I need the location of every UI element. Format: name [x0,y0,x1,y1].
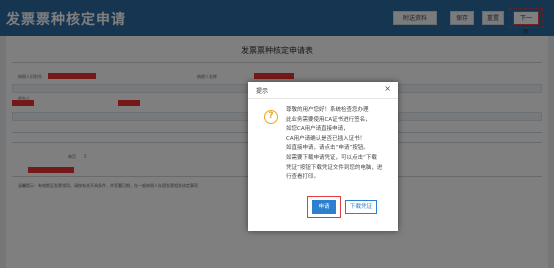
dialog-title: 提示 [256,88,269,95]
message-line: 行查看打印。 [286,174,320,181]
dialog-message: 尊敬的用户您好！系统检查您办理 此业务需要使用CA证书进行签名， 如您CA用户请… [286,106,390,183]
download-voucher-button[interactable]: 下载凭证 [345,200,377,214]
dialog-header: 提示 × [248,82,398,99]
close-icon[interactable]: × [384,85,391,93]
prompt-dialog: 提示 × ? 尊敬的用户您好！系统检查您办理 此业务需要使用CA证书进行签名， … [248,82,398,231]
message-line: 如您CA用户请直接申请， [286,126,349,133]
message-line: 此业务需要使用CA证书进行签名， [286,116,371,123]
message-line: CA用户请确认是否已插入证书！ [286,135,366,142]
question-icon: ? [264,110,278,124]
page: 发票票种核定申请 附送资料 保存 重置 下一步 发票票种核定申请表 纳税人识别号… [0,0,554,268]
message-line: 尊敬的用户您好！系统检查您办理 [286,107,369,113]
message-line: 如需要下载申请凭证，可以点击“下载 [286,154,377,161]
message-line: 凭证”按钮下载凭证文件到您的电脑，进 [286,164,383,171]
apply-button[interactable]: 申请 [312,200,336,214]
message-line: 如直接申请，请点击“申请”按钮。 [286,145,369,152]
